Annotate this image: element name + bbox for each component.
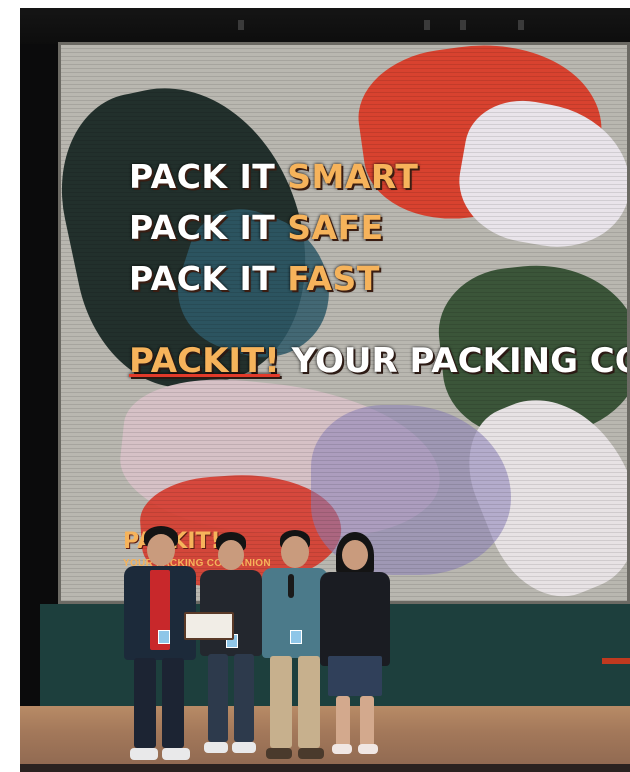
stage-photo: PACK IT SMART PACK IT SAFE PACK IT FAST … — [20, 8, 630, 772]
headline-line-2: PACK IT SAFE — [129, 208, 384, 247]
stage-prop — [602, 658, 630, 664]
tagline: PACKIT! YOUR PACKING CO — [129, 341, 630, 381]
award-plaque — [184, 612, 234, 640]
presenter-4 — [318, 532, 392, 762]
headline-line-1: PACK IT SMART — [129, 157, 419, 196]
tagline-brand: PACKIT! — [129, 341, 280, 381]
headline-line-3: PACK IT FAST — [129, 259, 380, 298]
led-screen: PACK IT SMART PACK IT SAFE PACK IT FAST … — [58, 42, 630, 604]
presenter-1 — [120, 526, 200, 766]
lighting-truss — [20, 8, 630, 44]
presenter-2 — [196, 532, 266, 762]
microphone — [288, 574, 294, 598]
tagline-text: YOUR PACKING CO — [291, 341, 630, 381]
